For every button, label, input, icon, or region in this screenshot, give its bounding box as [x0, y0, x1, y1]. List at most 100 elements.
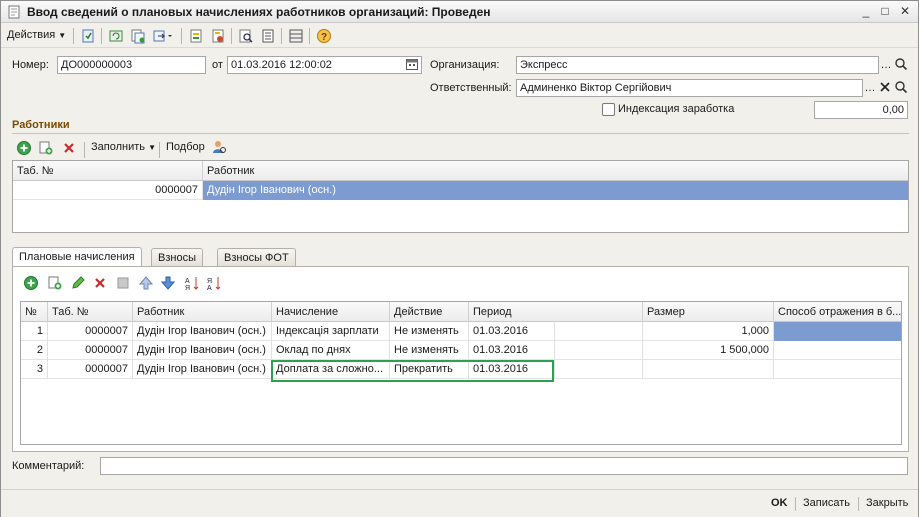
table-row[interactable]: 0000007 Дудін Ігор Іванович (осн.) — [13, 181, 908, 200]
method-cell[interactable] — [774, 360, 901, 379]
column-header[interactable]: Работник — [133, 302, 272, 322]
preview-icon[interactable] — [237, 27, 255, 45]
tab-payroll-contributions[interactable]: Взносы ФОТ — [217, 248, 296, 267]
ok-button[interactable]: OK — [771, 497, 788, 509]
post-doc-icon[interactable] — [79, 27, 97, 45]
copy-row-icon[interactable] — [46, 274, 64, 292]
users-pick-icon[interactable] — [210, 138, 228, 156]
column-header[interactable]: № — [21, 302, 48, 322]
tab-number-cell[interactable]: 0000007 — [48, 322, 133, 341]
method-cell[interactable] — [774, 341, 901, 360]
tab-number-cell[interactable]: 0000007 — [48, 360, 133, 379]
highlight-box — [271, 360, 554, 382]
period-extra-cell[interactable] — [555, 322, 643, 341]
column-header[interactable]: Начисление — [272, 302, 390, 322]
worker-cell[interactable]: Дудін Ігор Іванович (осн.) — [133, 360, 272, 379]
add-icon[interactable] — [15, 139, 33, 157]
period-extra-cell[interactable] — [555, 360, 643, 379]
bottom-bar: OK Записать Закрыть — [1, 489, 918, 517]
close-button[interactable]: Закрыть — [866, 497, 908, 509]
title-bar: Ввод сведений о плановых начислениях раб… — [1, 1, 918, 23]
help-icon[interactable]: ? — [315, 27, 333, 45]
period-cell[interactable]: 01.03.2016 — [469, 322, 555, 341]
button-separator — [858, 497, 859, 511]
tab-contributions[interactable]: Взносы — [151, 248, 203, 267]
maximize-button[interactable]: □ — [877, 4, 893, 19]
calendar-icon[interactable] — [405, 57, 421, 73]
structure-icon[interactable] — [151, 27, 172, 45]
period-cell[interactable]: 01.03.2016 — [469, 341, 555, 360]
pick-button[interactable]: Подбор — [166, 141, 205, 153]
column-header[interactable]: Таб. № — [48, 302, 133, 322]
copy-row-icon[interactable] — [37, 139, 55, 157]
workers-grid-header: Таб. № Работник — [13, 161, 908, 181]
indexation-checkbox[interactable] — [602, 103, 615, 116]
size-cell[interactable] — [643, 360, 774, 379]
size-cell[interactable]: 1,000 — [643, 322, 774, 341]
row-number-cell[interactable]: 1 — [21, 322, 48, 341]
column-header[interactable]: Размер — [643, 302, 774, 322]
actions-menu[interactable]: Действия ▼ — [7, 29, 66, 41]
worker-cell[interactable]: Дудін Ігор Іванович (осн.) — [133, 322, 272, 341]
table-row[interactable]: 2 0000007 Дудін Ігор Іванович (осн.) Окл… — [21, 341, 901, 360]
toolbar-separator — [231, 28, 232, 44]
sort-ascending-icon[interactable]: AЯ — [183, 274, 201, 292]
toolbar-separator — [73, 28, 74, 44]
unpost-icon[interactable] — [209, 27, 227, 45]
worker-cell[interactable]: Дудін Ігор Іванович (осн.) — [133, 341, 272, 360]
search-icon[interactable] — [894, 57, 910, 73]
date-field[interactable]: 01.03.2016 12:00:02 — [227, 56, 422, 74]
move-up-icon[interactable] — [137, 274, 155, 292]
add-icon[interactable] — [22, 274, 40, 292]
column-header[interactable]: Способ отражения в б... — [774, 302, 901, 322]
edit-icon[interactable] — [69, 274, 87, 292]
tab-number-cell[interactable]: 0000007 — [13, 181, 203, 200]
number-label: Номер: — [12, 59, 49, 71]
column-header[interactable]: Период — [469, 302, 643, 322]
number-field[interactable]: ДО000000003 — [57, 56, 206, 74]
move-down-icon[interactable] — [159, 274, 177, 292]
comment-field[interactable] — [100, 457, 908, 475]
search-icon[interactable] — [894, 80, 910, 96]
fill-menu-label: Заполнить — [91, 141, 146, 153]
end-edit-icon[interactable] — [114, 274, 132, 292]
list-settings-icon[interactable] — [287, 27, 305, 45]
svg-text:Я: Я — [207, 278, 212, 285]
table-row[interactable]: 1 0000007 Дудін Ігор Іванович (осн.) Інд… — [21, 322, 901, 341]
responsible-label: Ответственный: — [430, 82, 512, 94]
action-cell[interactable]: Не изменять — [390, 341, 469, 360]
period-extra-cell[interactable] — [555, 341, 643, 360]
copy-doc-icon[interactable] — [129, 27, 147, 45]
refresh-icon[interactable] — [107, 27, 125, 45]
worker-cell[interactable]: Дудін Ігор Іванович (осн.) — [203, 181, 908, 200]
row-number-cell[interactable]: 2 — [21, 341, 48, 360]
create-based-icon[interactable] — [187, 27, 205, 45]
close-window-button[interactable]: ✕ — [897, 4, 913, 19]
journal-icon[interactable] — [259, 27, 277, 45]
responsible-field[interactable]: Админенко Віктор Сергійович — [516, 79, 863, 97]
select-ellipsis-icon[interactable]: … — [862, 80, 878, 96]
organization-field[interactable]: Экспресс — [516, 56, 879, 74]
accrual-cell[interactable]: Індексація зарплати — [272, 322, 390, 341]
amount-field[interactable]: 0,00 — [814, 101, 908, 119]
delete-icon[interactable] — [60, 139, 78, 157]
minimize-button[interactable]: _ — [858, 4, 874, 19]
column-header[interactable]: Действие — [390, 302, 469, 322]
delete-icon[interactable] — [91, 274, 109, 292]
row-number-cell[interactable]: 3 — [21, 360, 48, 379]
column-header[interactable]: Таб. № — [13, 161, 203, 181]
method-cell[interactable] — [774, 322, 901, 341]
select-ellipsis-icon[interactable]: … — [878, 57, 894, 73]
size-cell[interactable]: 1 500,000 — [643, 341, 774, 360]
action-cell[interactable]: Не изменять — [390, 322, 469, 341]
indexation-label: Индексация заработка — [618, 103, 735, 115]
sort-descending-icon[interactable]: ЯA — [205, 274, 223, 292]
column-header[interactable]: Работник — [203, 161, 908, 181]
dropdown-arrow-icon: ▼ — [148, 143, 156, 152]
save-button[interactable]: Записать — [803, 497, 850, 509]
tab-planned-accruals[interactable]: Плановые начисления — [12, 247, 142, 267]
clear-icon[interactable] — [878, 80, 894, 96]
fill-menu[interactable]: Заполнить ▼ — [91, 141, 156, 153]
tab-number-cell[interactable]: 0000007 — [48, 341, 133, 360]
accrual-cell[interactable]: Оклад по днях — [272, 341, 390, 360]
